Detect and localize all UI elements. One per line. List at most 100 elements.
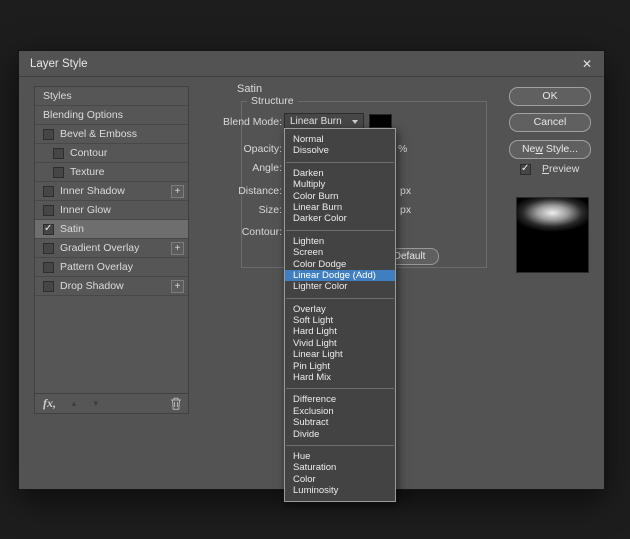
contour-label: Contour: (241, 226, 282, 238)
menu-item[interactable]: Saturation (285, 462, 395, 473)
sidebar-item-bevel-emboss[interactable]: Bevel & Emboss (35, 125, 188, 144)
add-instance-button[interactable]: + (171, 242, 184, 255)
menu-item[interactable]: Hard Mix (285, 372, 395, 383)
new-style-button[interactable]: New Style... (509, 140, 591, 159)
angle-label: Angle: (252, 162, 282, 174)
sidebar-item-label: Inner Glow (60, 204, 111, 216)
preview-label: Preview (542, 163, 579, 175)
sidebar-item-contour[interactable]: Contour (35, 144, 188, 163)
new-style-label: Ne (521, 143, 536, 155)
styles-list-footer: fx, ▲ ▼ (34, 394, 189, 414)
checkbox[interactable] (53, 166, 64, 178)
checkbox[interactable] (43, 185, 54, 197)
preview-mnemonic: P (542, 163, 550, 175)
sidebar-item-inner-shadow[interactable]: Inner Shadow + (35, 182, 188, 201)
checkbox[interactable] (43, 204, 54, 216)
menu-item[interactable]: Hard Light (285, 326, 395, 337)
structure-label: Structure (247, 95, 298, 107)
new-style-label: Style... (543, 143, 579, 155)
blend-mode-label: Blend Mode: (223, 116, 282, 128)
menu-item[interactable]: Lighten (285, 236, 395, 247)
menu-item[interactable]: Color Dodge (285, 259, 395, 270)
dialog-title: Layer Style (30, 58, 88, 70)
menu-separator (286, 229, 394, 231)
menu-item[interactable]: Lighter Color (285, 281, 395, 292)
menu-item[interactable]: Overlay (285, 304, 395, 315)
menu-separator (286, 388, 394, 390)
move-up-icon[interactable]: ▲ (70, 399, 78, 408)
menu-item[interactable]: Soft Light (285, 315, 395, 326)
menu-item[interactable]: Vivid Light (285, 338, 395, 349)
dialog-titlebar[interactable]: Layer Style ✕ (19, 51, 604, 77)
sidebar-item-label: Gradient Overlay (60, 242, 140, 254)
distance-label: Distance: (238, 185, 282, 197)
sidebar-item-drop-shadow[interactable]: Drop Shadow + (35, 277, 188, 296)
sidebar-item-label: Inner Shadow (60, 185, 125, 197)
sidebar-item-label: Bevel & Emboss (60, 128, 138, 140)
trash-icon[interactable] (170, 397, 182, 410)
sidebar-item-styles[interactable]: Styles (35, 87, 188, 106)
close-icon[interactable]: ✕ (579, 57, 595, 72)
sidebar-item-pattern-overlay[interactable]: Pattern Overlay (35, 258, 188, 277)
menu-item[interactable]: Linear Light (285, 349, 395, 360)
sidebar-item-label: Pattern Overlay (60, 261, 133, 273)
checkbox[interactable] (43, 280, 54, 292)
menu-item-selected[interactable]: Linear Dodge (Add) (285, 269, 395, 282)
checkbox-checked[interactable] (43, 223, 54, 235)
fx-icon[interactable]: fx, (43, 396, 56, 411)
sidebar-item-blending-options[interactable]: Blending Options (35, 106, 188, 125)
add-instance-button[interactable]: + (171, 280, 184, 293)
sidebar-item-label: Satin (60, 223, 84, 235)
preview-toggle[interactable]: Preview (520, 163, 579, 175)
styles-list: Styles Blending Options Bevel & Emboss C… (34, 86, 189, 394)
menu-item[interactable]: Exclusion (285, 406, 395, 417)
menu-item[interactable]: Difference (285, 394, 395, 405)
cancel-button[interactable]: Cancel (509, 113, 591, 132)
opacity-label: Opacity: (243, 143, 282, 155)
menu-item[interactable]: Darker Color (285, 213, 395, 224)
sidebar-item-label: Blending Options (43, 109, 123, 121)
menu-item[interactable]: Multiply (285, 179, 395, 190)
sidebar-item-texture[interactable]: Texture (35, 163, 188, 182)
move-down-icon[interactable]: ▼ (92, 399, 100, 408)
blend-mode-menu: Normal Dissolve Darken Multiply Color Bu… (284, 128, 396, 502)
menu-separator (286, 444, 394, 446)
preview-checkbox-checked[interactable] (520, 163, 531, 175)
menu-item[interactable]: Linear Burn (285, 202, 395, 213)
menu-item[interactable]: Divide (285, 429, 395, 440)
sidebar-item-label: Drop Shadow (60, 280, 124, 292)
chevron-down-icon (352, 120, 358, 124)
menu-item[interactable]: Screen (285, 247, 395, 258)
sidebar-item-satin[interactable]: Satin (35, 220, 188, 239)
sidebar-item-label: Styles (43, 90, 72, 102)
menu-item[interactable]: Color Burn (285, 191, 395, 202)
checkbox[interactable] (53, 147, 64, 159)
blend-mode-value: Linear Burn (290, 116, 342, 127)
menu-separator (286, 161, 394, 163)
menu-item[interactable]: Hue (285, 451, 395, 462)
menu-item[interactable]: Pin Light (285, 361, 395, 372)
menu-item[interactable]: Color (285, 474, 395, 485)
checkbox[interactable] (43, 261, 54, 273)
distance-unit: px (400, 185, 412, 197)
checkbox[interactable] (43, 128, 54, 140)
ok-button[interactable]: OK (509, 87, 591, 106)
satin-preview-thumbnail (516, 197, 589, 273)
sidebar-item-inner-glow[interactable]: Inner Glow (35, 201, 188, 220)
add-instance-button[interactable]: + (171, 185, 184, 198)
checkbox[interactable] (43, 242, 54, 254)
menu-item[interactable]: Luminosity (285, 485, 395, 496)
menu-item[interactable]: Darken (285, 168, 395, 179)
sidebar-item-label: Contour (70, 147, 108, 159)
desktop-background: Layer Style ✕ Styles Blending Options Be… (0, 0, 630, 539)
opacity-unit: % (398, 143, 408, 155)
menu-item[interactable]: Normal (285, 134, 395, 145)
sidebar-item-label: Texture (70, 166, 105, 178)
menu-item[interactable]: Dissolve (285, 145, 395, 156)
sidebar-item-gradient-overlay[interactable]: Gradient Overlay + (35, 239, 188, 258)
size-label: Size: (258, 204, 282, 216)
new-style-mnemonic: w (535, 143, 543, 155)
menu-item[interactable]: Subtract (285, 417, 395, 428)
layer-style-dialog: Layer Style ✕ Styles Blending Options Be… (18, 50, 605, 502)
satin-color-swatch[interactable] (369, 114, 392, 128)
